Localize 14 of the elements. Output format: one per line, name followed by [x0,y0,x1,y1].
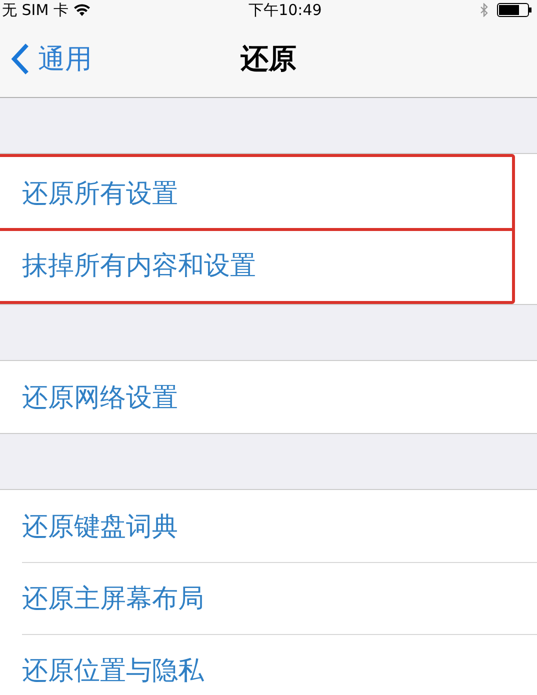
settings-item[interactable]: 还原所有设置 [22,176,178,210]
settings-item[interactable]: 还原主屏幕布局 [22,580,204,616]
battery-icon [496,3,533,17]
settings-item[interactable]: 还原键盘词典 [22,508,178,544]
clock-time: 下午10:49 [248,0,322,20]
settings-item[interactable]: 还原网络设置 [22,380,178,414]
bluetooth-icon [480,3,489,17]
wifi-icon [74,4,90,16]
settings-item[interactable]: 还原位置与隐私 [22,652,204,688]
page-title: 还原 [240,42,296,74]
settings-item[interactable]: 抹掉所有内容和设置 [22,248,256,282]
chevron-left-icon [10,42,30,76]
carrier-label: 无 SIM 卡 [2,0,68,20]
back-button[interactable]: 通用 [0,40,92,76]
